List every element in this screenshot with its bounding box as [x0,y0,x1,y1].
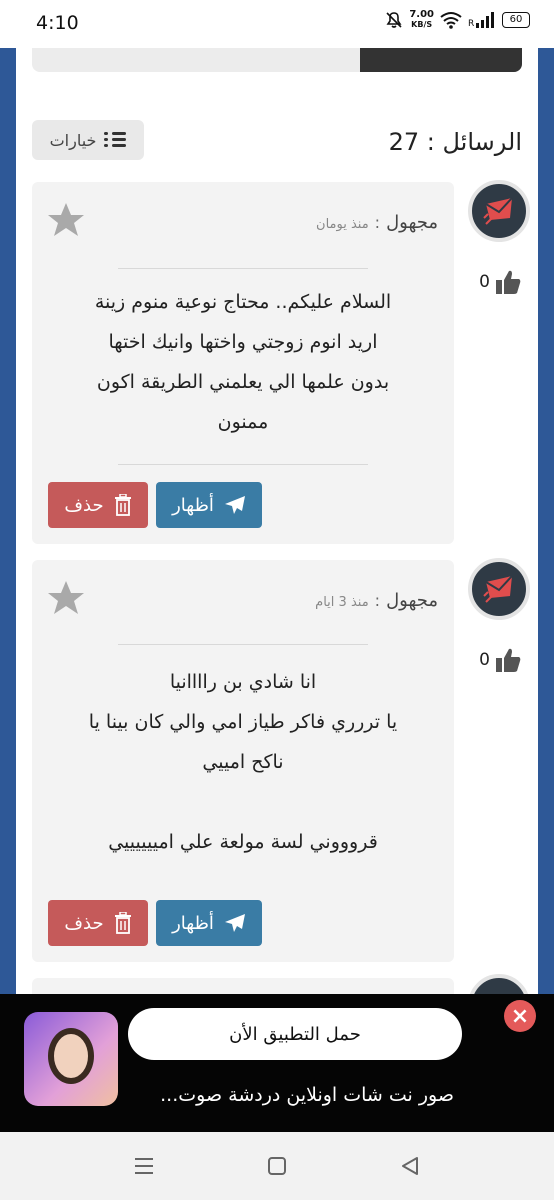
message-card: مجهول : منذ 3 ايام انا شادي بن راااانيا … [32,560,454,962]
recent-apps-button[interactable] [130,1152,158,1180]
square-home-icon [268,1157,286,1175]
likes-count: 0 [479,650,490,670]
delete-button[interactable]: حذف [48,482,148,528]
back-triangle-icon [402,1157,418,1175]
favorite-star-icon[interactable] [46,578,86,618]
signal-icon: R [468,12,494,28]
navigation-bar [0,1132,554,1200]
list-menu-icon [104,132,127,148]
send-icon [224,496,245,514]
search-button[interactable] [360,48,522,72]
message-header: مجهول : منذ يومان [316,212,438,233]
svg-text:R: R [468,19,474,28]
message-body: انا شادي بن راااانيا يا تررري فاكر طياز … [88,671,398,853]
divider [118,644,368,645]
search-bar[interactable] [32,48,522,72]
menu-lines-icon [135,1158,153,1174]
divider [118,464,368,465]
message-separator: : [374,213,381,232]
close-ad-button[interactable]: × [504,1000,536,1032]
message-card [32,978,454,994]
thumbs-up-icon [496,270,521,294]
avatar [468,974,530,994]
mute-bell-icon [386,12,402,28]
options-label: خيارات [49,130,97,150]
show-label: أظهار [172,912,214,934]
ad-portrait [48,1028,94,1084]
message-time: منذ يومان [316,217,369,232]
back-button[interactable] [396,1152,424,1180]
send-icon [224,914,245,932]
ad-banner[interactable]: حمل التطبيق الأن × صور نت شات اونلاين در… [0,994,554,1132]
main-content: الرسائل : 27 خيارات مجهول : منذ يومان ال… [16,48,538,994]
message-time: منذ 3 ايام [315,595,369,610]
speed-value: 7.00 [409,9,434,20]
envelope-icon [483,197,513,225]
show-button[interactable]: أظهار [156,900,262,946]
favorite-star-icon[interactable] [46,200,86,240]
speed-unit: KB/S [411,20,433,29]
delete-button[interactable]: حذف [48,900,148,946]
network-speed: 7.00 KB/S [409,10,434,30]
like-control[interactable]: 0 [479,268,522,296]
battery-indicator: 60 [502,12,530,28]
show-label: أظهار [172,494,214,516]
show-button[interactable]: أظهار [156,482,262,528]
delete-label: حذف [64,494,104,516]
message-author: مجهول [386,590,438,611]
thumbs-up-icon [496,648,521,672]
message-card: مجهول : منذ يومان السلام عليكم.. محتاج ن… [32,182,454,544]
likes-count: 0 [479,272,490,292]
status-icons: 7.00 KB/S R 60 [385,10,530,30]
messages-count: الرسائل : 27 [388,128,522,156]
download-app-button[interactable]: حمل التطبيق الأن [128,1008,462,1060]
status-time: 4:10 [36,12,79,34]
trash-icon [114,912,131,934]
message-author: مجهول [386,212,438,233]
message-body: السلام عليكم.. محتاج نوعية منوم زينة اري… [94,291,392,433]
trash-icon [114,494,131,516]
status-bar: 4:10 7.00 KB/S R 60 [0,0,554,48]
options-button[interactable]: خيارات [32,120,144,160]
message-separator: : [374,591,381,610]
delete-label: حذف [64,912,104,934]
ad-description: صور نت شات اونلاين دردشة صوت... [160,1084,454,1106]
message-header: مجهول : منذ 3 ايام [315,590,438,611]
avatar [468,558,530,620]
envelope-icon [483,575,513,603]
like-control[interactable]: 0 [479,646,522,674]
wifi-icon [440,12,462,29]
divider [118,268,368,269]
avatar [468,180,530,242]
home-button[interactable] [263,1152,291,1180]
ad-app-icon[interactable] [24,1012,118,1106]
